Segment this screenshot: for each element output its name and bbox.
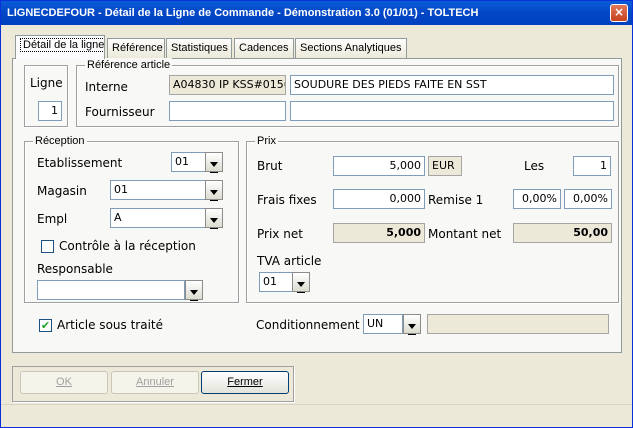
title-bar: LIGNECDEFOUR - Détail de la Ligne de Com… xyxy=(1,1,632,25)
chevron-down-icon xyxy=(297,282,305,287)
magasin-field[interactable]: 01 xyxy=(110,180,206,200)
status-bar xyxy=(1,404,632,427)
reception-title: Réception xyxy=(33,134,87,148)
window-title: LIGNECDEFOUR - Détail de la Ligne de Com… xyxy=(7,7,479,19)
brut-field[interactable]: 5,000 xyxy=(333,156,425,176)
etablissement-field[interactable]: 01 xyxy=(171,152,206,172)
chevron-down-icon xyxy=(408,324,416,329)
article-sous-traite-label: Article sous traité xyxy=(57,318,163,332)
controle-reception-label: Contrôle à la réception xyxy=(59,239,196,253)
reception-group: Réception Etablissement 01 Magasin 01 Em… xyxy=(24,134,239,303)
chevron-down-icon xyxy=(210,162,218,167)
fournisseur-label: Fournisseur xyxy=(85,105,155,119)
empl-field[interactable]: A xyxy=(110,208,206,228)
fermer-button[interactable]: Fermer xyxy=(201,371,289,394)
chevron-down-icon xyxy=(190,290,198,295)
conditionnement-extra-field xyxy=(427,314,609,334)
frais-fixes-label: Frais fixes xyxy=(257,193,317,207)
tab-detail-ligne[interactable]: Détail de la ligne xyxy=(15,35,105,59)
magasin-label: Magasin xyxy=(37,184,87,198)
devise-field: EUR xyxy=(428,156,462,176)
controle-reception-checkbox[interactable] xyxy=(41,240,54,253)
close-button[interactable]: × xyxy=(610,4,628,22)
tab-panel-detail: Ligne 1 Référence article Interne A04830… xyxy=(12,58,622,353)
responsable-dropdown-button[interactable] xyxy=(185,280,203,301)
fournisseur-code-field[interactable] xyxy=(169,101,286,121)
check-icon: ✔ xyxy=(40,319,51,332)
conditionnement-field[interactable]: UN xyxy=(363,314,403,334)
article-sous-traite-checkbox[interactable]: ✔ xyxy=(39,319,52,332)
brut-label: Brut xyxy=(257,159,283,173)
etablissement-dropdown-button[interactable] xyxy=(205,152,223,173)
annuler-button[interactable]: Annuler xyxy=(111,371,199,394)
ligne-field[interactable]: 1 xyxy=(38,101,62,121)
remise-label: Remise 1 xyxy=(428,193,484,207)
montant-net-field: 50,00 xyxy=(513,223,612,243)
chevron-down-icon xyxy=(210,218,218,223)
responsable-label: Responsable xyxy=(37,262,113,276)
interne-designation-field[interactable]: SOUDURE DES PIEDS FAITE EN SST xyxy=(290,75,614,95)
main-window: LIGNECDEFOUR - Détail de la Ligne de Com… xyxy=(0,0,633,428)
remise-field-1[interactable]: 0,00% xyxy=(513,189,561,209)
tab-sections-analytiques[interactable]: Sections Analytiques xyxy=(295,38,407,58)
responsable-field[interactable] xyxy=(37,280,185,300)
interne-code-field[interactable]: A04830 IP KSS#0156 xyxy=(169,75,286,95)
empl-label: Empl xyxy=(37,212,68,226)
ligne-group: Ligne 1 xyxy=(24,65,68,127)
etablissement-label: Etablissement xyxy=(37,156,123,170)
tab-statistiques[interactable]: Statistiques xyxy=(166,38,232,58)
magasin-dropdown-button[interactable] xyxy=(205,180,223,201)
conditionnement-label: Conditionnement xyxy=(256,318,360,332)
tva-article-field[interactable]: 01 xyxy=(259,272,293,292)
reference-article-group: Référence article Interne A04830 IP KSS#… xyxy=(76,58,619,127)
les-label: Les xyxy=(524,159,545,173)
tab-reference[interactable]: Référence xyxy=(107,38,165,58)
close-icon: × xyxy=(613,5,625,19)
prix-net-field: 5,000 xyxy=(333,223,425,243)
tab-cadences[interactable]: Cadences xyxy=(234,38,294,58)
prix-title: Prix xyxy=(255,134,278,148)
les-field[interactable]: 1 xyxy=(573,156,611,176)
chevron-down-icon xyxy=(210,190,218,195)
prix-net-label: Prix net xyxy=(257,227,303,241)
conditionnement-dropdown-button[interactable] xyxy=(403,314,421,335)
ligne-label: Ligne xyxy=(30,76,63,90)
tva-article-label: TVA article xyxy=(257,254,322,268)
interne-label: Interne xyxy=(85,80,128,94)
remise-field-2[interactable]: 0,00% xyxy=(564,189,612,209)
frais-fixes-field[interactable]: 0,000 xyxy=(333,189,425,209)
montant-net-label: Montant net xyxy=(428,227,502,241)
tva-article-dropdown-button[interactable] xyxy=(292,272,310,293)
ok-button[interactable]: OK xyxy=(20,371,108,394)
fournisseur-designation-field[interactable] xyxy=(290,101,614,121)
empl-dropdown-button[interactable] xyxy=(205,208,223,229)
reference-article-title: Référence article xyxy=(85,58,173,72)
prix-group: Prix Brut 5,000 EUR Les 1 Frais fixes 0,… xyxy=(246,134,619,303)
